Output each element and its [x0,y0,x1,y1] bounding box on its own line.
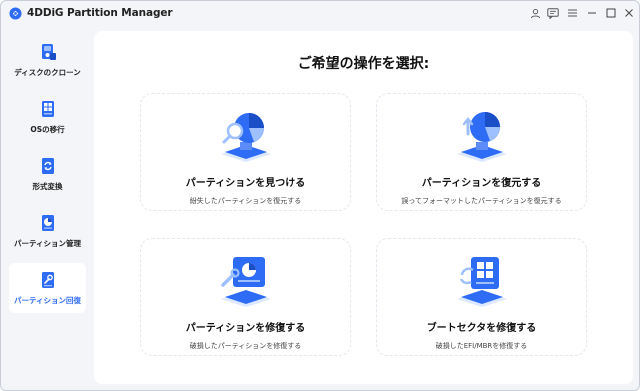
card-repair-partition[interactable]: パーティションを修復する 破損したパーティションを修復する [140,238,351,356]
sidebar-item-label: ディスクのクローン [14,68,81,77]
app-logo-icon [9,7,22,20]
repair-partition-icon [220,257,271,307]
feedback-icon[interactable] [544,5,562,21]
menu-icon[interactable] [563,5,581,21]
close-icon[interactable] [620,5,638,21]
os-migrate-icon [41,101,54,117]
card-title: ブートセクタを修復する [426,323,537,334]
card-description: 紛失したパーティションを復元する [189,197,302,205]
sidebar-item-os-migrate[interactable]: OSの移行 [9,92,86,142]
sidebar-item-label: パーティション回復 [13,296,82,305]
minimize-icon[interactable] [583,5,601,21]
card-restore-partition[interactable]: パーティションを復元する 誤ってフォーマットしたパーティションを復元する [376,93,587,211]
sidebar: ディスクのクローン OSの移行 形式変換 パーティション管理 パーティション回復 [1,29,93,389]
card-description: 誤ってフォーマットしたパーティションを復元する [401,197,562,205]
app-window: 4DDiG Partition Manager ディスクのクローン OSの移行 … [0,0,640,391]
app-title: 4DDiG Partition Manager [27,7,173,19]
card-description: 破損したEFI/MBRを修復する [435,342,528,350]
restore-partition-icon [456,112,507,162]
repair-bootsector-icon [456,257,507,307]
sidebar-item-disk-clone[interactable]: ディスクのクローン [9,35,86,85]
page-title: ご希望の操作を選択: [297,56,430,72]
sidebar-item-label: パーティション管理 [13,239,82,248]
sidebar-item-partition-manage[interactable]: パーティション管理 [9,206,86,256]
card-repair-bootsector[interactable]: ブートセクタを修復する 破損したEFI/MBRを修復する [376,238,587,356]
sidebar-item-label: 形式変換 [32,182,63,191]
title-bar: 4DDiG Partition Manager [1,1,639,27]
sidebar-item-label: OSの移行 [30,125,65,134]
find-partition-icon [220,113,271,162]
user-icon[interactable] [526,5,544,21]
partition-manage-icon [41,215,54,231]
card-find-partition[interactable]: パーティションを見つける 紛失したパーティションを復元する [140,93,351,211]
convert-icon [41,158,54,174]
partition-recovery-icon [41,272,54,288]
main-panel: ご希望の操作を選択: パーティションを見つける 紛失したパーティションを復元する [94,31,633,384]
card-title: パーティションを見つける [185,178,306,189]
sidebar-item-partition-recovery[interactable]: パーティション回復 [9,263,86,313]
card-title: パーティションを復元する [421,178,542,189]
disk-clone-icon [41,44,56,60]
maximize-icon[interactable] [602,5,620,21]
card-title: パーティションを修復する [185,323,306,334]
sidebar-item-convert[interactable]: 形式変換 [9,149,86,199]
card-description: 破損したパーティションを修復する [189,342,302,350]
